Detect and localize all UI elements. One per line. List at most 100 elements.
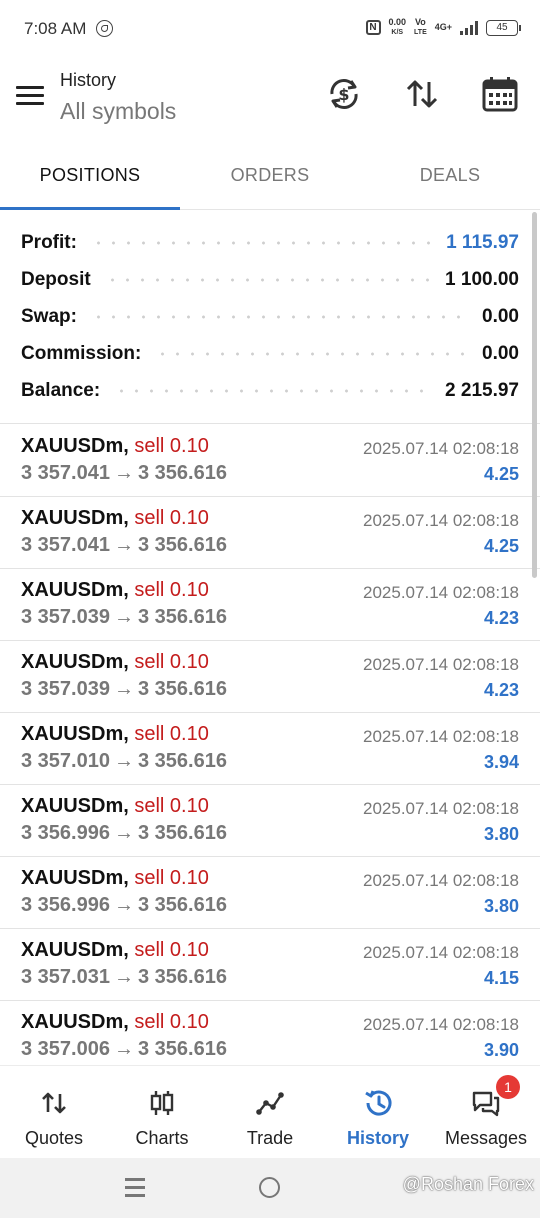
deal-prices: 3 357.039 → 3 356.616: [21, 678, 227, 701]
list-item[interactable]: XAUUSDm, sell 0.10 3 357.041 → 3 356.616 2…: [0, 425, 540, 497]
open-price: 3 357.039: [21, 606, 110, 628]
list-item[interactable]: XAUUSDm, sell 0.10 3 357.010 → 3 356.616 2…: [0, 713, 540, 785]
close-price: 3 356.616: [137, 534, 227, 556]
list-item[interactable]: XAUUSDm, sell 0.10 3 356.996 → 3 356.616 2…: [0, 857, 540, 929]
dotted-leader: [155, 351, 469, 356]
deal-time: 2025.07.14 02:08:18: [363, 583, 519, 602]
deal-type: sell 0.10: [134, 795, 209, 817]
candlestick-icon: [147, 1088, 177, 1118]
tab-orders[interactable]: ORDERS: [180, 150, 360, 210]
deal-prices: 3 357.031 → 3 356.616: [21, 966, 227, 989]
list-item[interactable]: XAUUSDm, sell 0.10 3 357.031 → 3 356.616 2…: [0, 929, 540, 1001]
open-price: 3 357.010: [21, 750, 110, 772]
deal-time: 2025.07.14 02:08:18: [363, 511, 519, 530]
network-type: 4G+: [434, 22, 452, 32]
menu-icon[interactable]: [16, 86, 44, 106]
deal-prices: 3 357.041 → 3 356.616: [21, 534, 227, 557]
list-item[interactable]: XAUUSDm, sell 0.10 3 357.039 → 3 356.616 2…: [0, 641, 540, 713]
nav-history-label: History: [346, 1128, 409, 1148]
volte-top: Vo: [414, 17, 426, 27]
deal-prices: 3 356.996 → 3 356.616: [21, 894, 227, 917]
arrow-right-icon: →: [113, 606, 134, 628]
summary-deposit-row: Deposit 1 100.00: [21, 261, 519, 298]
nav-messages[interactable]: 1 Messages: [432, 1066, 540, 1159]
summary-commission-row: Commission: 0.00: [21, 335, 519, 372]
deal-symbol: XAUUSDm,: [21, 723, 129, 745]
nav-quotes-label: Quotes: [24, 1128, 84, 1148]
deal-symbol-line: XAUUSDm, sell 0.10: [21, 867, 209, 890]
signal-icon: [460, 20, 478, 35]
arrow-right-icon: →: [113, 822, 134, 844]
nav-trade[interactable]: Trade: [216, 1066, 324, 1159]
volte-indicator: Vo LTE: [414, 18, 427, 37]
open-price: 3 356.996: [21, 822, 110, 844]
net-speed-unit: K/S: [391, 29, 404, 36]
commission-value: 0.00: [482, 342, 519, 364]
active-tab-indicator: [0, 207, 180, 210]
deal-profit: 3.80: [483, 824, 519, 844]
open-price: 3 357.041: [21, 462, 110, 484]
summary-balance-row: Balance: 2 215.97: [21, 372, 519, 409]
deal-symbol-line: XAUUSDm, sell 0.10: [21, 939, 209, 962]
nav-messages-label: Messages: [444, 1128, 528, 1148]
quotes-arrows-icon: [39, 1088, 69, 1118]
summary-swap-row: Swap: 0.00: [21, 298, 519, 335]
deal-symbol: XAUUSDm,: [21, 435, 129, 457]
deal-prices: 3 357.039 → 3 356.616: [21, 606, 227, 629]
arrow-right-icon: →: [113, 678, 134, 700]
deal-type: sell 0.10: [134, 723, 209, 745]
status-time: 7:08 AM: [24, 19, 87, 38]
recent-apps-icon[interactable]: [125, 1178, 145, 1197]
dotted-leader: [90, 314, 469, 319]
notification-badge: 1: [496, 1075, 520, 1099]
nfc-icon: N: [365, 20, 381, 35]
volte-bottom: LTE: [414, 29, 427, 36]
tab-positions[interactable]: POSITIONS: [0, 150, 180, 210]
sort-arrows-icon[interactable]: [402, 74, 442, 114]
close-price: 3 356.616: [137, 966, 227, 988]
deal-symbol: XAUUSDm,: [21, 651, 129, 673]
close-price: 3 356.616: [137, 1038, 227, 1060]
list-item[interactable]: XAUUSDm, sell 0.10 3 357.006 → 3 356.616 2…: [0, 1001, 540, 1065]
deal-time: 2025.07.14 02:08:18: [363, 1015, 519, 1034]
history-tabs: POSITIONS ORDERS DEALS: [0, 150, 540, 210]
deal-type: sell 0.10: [134, 435, 209, 457]
deal-symbol: XAUUSDm,: [21, 867, 129, 889]
deal-symbol-line: XAUUSDm, sell 0.10: [21, 1011, 209, 1034]
calendar-icon[interactable]: [480, 74, 520, 114]
close-price: 3 356.616: [137, 462, 227, 484]
tab-deals[interactable]: DEALS: [360, 150, 540, 210]
commission-label: Commission:: [21, 342, 142, 364]
positions-list: XAUUSDm, sell 0.10 3 357.041 → 3 356.616 2…: [0, 425, 540, 1065]
dotted-leader: [90, 240, 433, 245]
deal-type: sell 0.10: [134, 651, 209, 673]
dotted-leader: [114, 388, 432, 393]
list-item[interactable]: XAUUSDm, sell 0.10 3 356.996 → 3 356.616 2…: [0, 785, 540, 857]
profit-label: Profit:: [21, 231, 77, 253]
balance-value: 2 215.97: [445, 379, 519, 401]
swap-label: Swap:: [21, 305, 77, 327]
close-price: 3 356.616: [137, 822, 227, 844]
watermark: @Roshan Forex: [402, 1174, 534, 1194]
deal-profit: 4.23: [483, 680, 519, 700]
symbol-filter[interactable]: All symbols: [60, 98, 176, 125]
list-item[interactable]: XAUUSDm, sell 0.10 3 357.039 → 3 356.616 2…: [0, 569, 540, 641]
net-speed: 0.00 K/S: [389, 18, 407, 37]
svg-text:$: $: [338, 85, 349, 104]
status-bar: 7:08 AM N 0.00 K/S Vo LTE 4G+ 45: [0, 0, 540, 58]
deal-symbol: XAUUSDm,: [21, 795, 129, 817]
deal-type: sell 0.10: [134, 939, 209, 961]
currency-exchange-icon[interactable]: $: [324, 74, 364, 114]
arrow-right-icon: →: [113, 1038, 134, 1060]
list-item[interactable]: XAUUSDm, sell 0.10 3 357.041 → 3 356.616 2…: [0, 497, 540, 569]
nav-charts[interactable]: Charts: [108, 1066, 216, 1159]
deal-type: sell 0.10: [134, 507, 209, 529]
nav-quotes[interactable]: Quotes: [0, 1066, 108, 1159]
home-icon[interactable]: [259, 1177, 280, 1198]
deal-symbol-line: XAUUSDm, sell 0.10: [21, 579, 209, 602]
deal-prices: 3 357.006 → 3 356.616: [21, 1038, 227, 1061]
deal-symbol-line: XAUUSDm, sell 0.10: [21, 435, 209, 458]
deal-symbol: XAUUSDm,: [21, 1011, 129, 1033]
nav-history[interactable]: History: [324, 1066, 432, 1159]
scrollbar[interactable]: [532, 212, 537, 578]
